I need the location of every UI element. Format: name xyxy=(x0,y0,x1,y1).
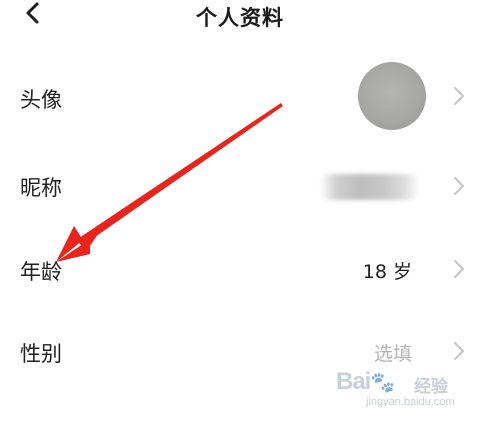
gender-label: 性别 xyxy=(20,342,62,366)
chevron-right-icon xyxy=(454,342,464,360)
nickname-label: 昵称 xyxy=(20,176,62,200)
avatar-label: 头像 xyxy=(20,88,62,112)
gender-value: 选填 xyxy=(373,343,412,365)
watermark-logo: Bai🐾 xyxy=(336,368,395,395)
watermark-url: jingyan.baidu.com xyxy=(366,396,455,408)
watermark: Bai🐾 经验 jingyan.baidu.com xyxy=(336,368,466,412)
header: 个人资料 xyxy=(0,0,480,36)
watermark-cn: 经验 xyxy=(414,377,448,397)
page-title: 个人资料 xyxy=(196,6,284,30)
chevron-right-icon xyxy=(454,260,464,278)
age-row[interactable]: 年龄 18 岁 xyxy=(0,228,480,308)
nickname-row[interactable]: 昵称 xyxy=(0,146,480,226)
avatar-row[interactable]: 头像 xyxy=(0,56,480,136)
nickname-value-blurred xyxy=(322,174,418,200)
age-value: 18 岁 xyxy=(362,261,412,283)
age-label: 年龄 xyxy=(20,260,62,284)
chevron-right-icon xyxy=(454,177,464,195)
chevron-right-icon xyxy=(454,87,464,105)
avatar[interactable] xyxy=(358,62,426,130)
